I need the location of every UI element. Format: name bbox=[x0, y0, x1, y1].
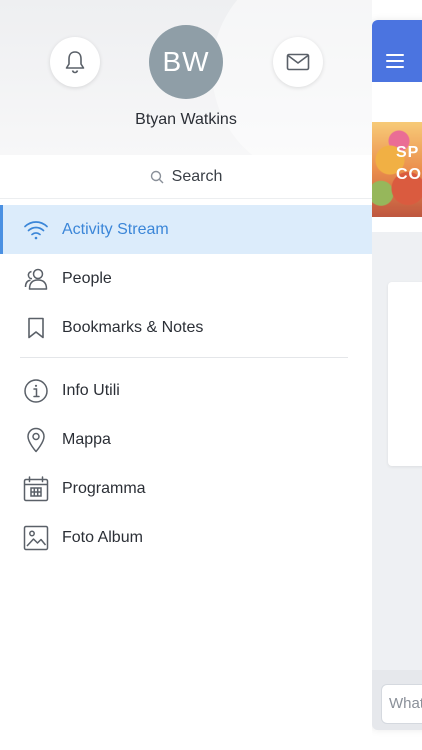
search-button[interactable]: Search bbox=[0, 155, 372, 199]
nav-item-mappa[interactable]: Mappa bbox=[0, 415, 372, 464]
user-name: Btyan Watkins bbox=[135, 111, 237, 128]
bell-icon bbox=[65, 51, 85, 74]
app-top-bar bbox=[372, 20, 422, 82]
nav-label: Foto Album bbox=[62, 528, 143, 546]
nav-item-programma[interactable]: Programma bbox=[0, 464, 372, 513]
nav-item-activity-stream[interactable]: Activity Stream bbox=[0, 205, 372, 254]
nav-label: Info Utili bbox=[62, 381, 120, 399]
nav-item-people[interactable]: People bbox=[0, 254, 372, 303]
avatar[interactable]: BW bbox=[149, 25, 223, 99]
nav-divider bbox=[20, 357, 348, 358]
wifi-icon bbox=[22, 216, 50, 244]
bookmark-icon bbox=[22, 314, 50, 342]
map-pin-icon bbox=[22, 426, 50, 454]
compose-input[interactable]: What bbox=[381, 684, 422, 724]
profile-header: BW Btyan Watkins bbox=[0, 0, 372, 155]
messages-button[interactable] bbox=[273, 37, 323, 87]
nav-label: Activity Stream bbox=[62, 220, 169, 238]
info-icon bbox=[22, 377, 50, 405]
nav-item-bookmarks[interactable]: Bookmarks & Notes bbox=[0, 303, 372, 352]
banner-title-line2: CO bbox=[396, 166, 422, 183]
background-app: SP CO What bbox=[372, 20, 422, 730]
calendar-icon bbox=[22, 475, 50, 503]
nav-label: Mappa bbox=[62, 430, 111, 448]
nav-item-info-utili[interactable]: Info Utili bbox=[0, 366, 372, 415]
search-label: Search bbox=[171, 167, 223, 185]
search-icon bbox=[150, 170, 164, 183]
banner-title-line1: SP bbox=[396, 144, 420, 161]
photo-icon bbox=[22, 524, 50, 552]
mail-icon bbox=[286, 53, 310, 71]
side-drawer: BW Btyan Watkins Search Activity Stream bbox=[0, 0, 372, 750]
menu-icon[interactable] bbox=[386, 54, 404, 68]
nav-label: Bookmarks & Notes bbox=[62, 318, 204, 336]
nav-label: People bbox=[62, 269, 112, 287]
feed-card[interactable] bbox=[388, 282, 422, 466]
nav-label: Programma bbox=[62, 479, 146, 497]
notifications-button[interactable] bbox=[50, 37, 100, 87]
people-icon bbox=[22, 265, 50, 293]
nav-item-foto-album[interactable]: Foto Album bbox=[0, 513, 372, 562]
